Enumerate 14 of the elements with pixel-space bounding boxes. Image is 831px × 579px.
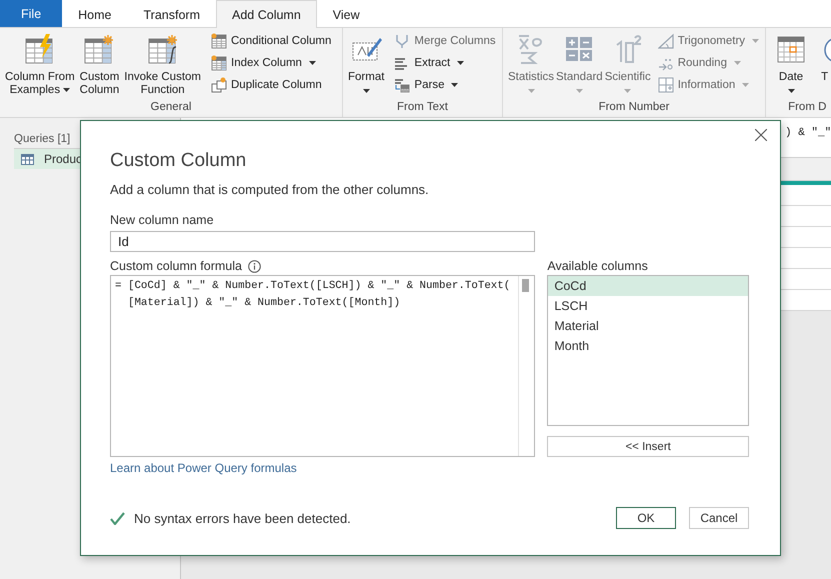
group-label: From Number — [598, 101, 670, 115]
dialog-description: Add a column that is computed from the other columns. — [110, 181, 429, 199]
field-label: Custom column formula — [110, 258, 242, 275]
code-line: [Material]) & "_" & Number.ToText([Month]) — [126, 296, 400, 311]
group-label: From D — [787, 101, 827, 115]
field-label: New column name — [110, 212, 214, 229]
code-line: = [CoCd] & "_" & Number.ToText([LSCH]) & "_" & Number.ToText( — [115, 279, 510, 294]
pane-heading: Queries [1] — [14, 132, 72, 147]
formula-text: ) & "_" — [785, 127, 831, 139]
group-label: General — [150, 101, 192, 115]
group-label: From Text — [396, 101, 449, 115]
status-text: No syntax errors have been detected. — [134, 510, 351, 526]
dialog-title: Custom Column — [110, 149, 246, 173]
field-label: Available columns — [547, 258, 648, 275]
